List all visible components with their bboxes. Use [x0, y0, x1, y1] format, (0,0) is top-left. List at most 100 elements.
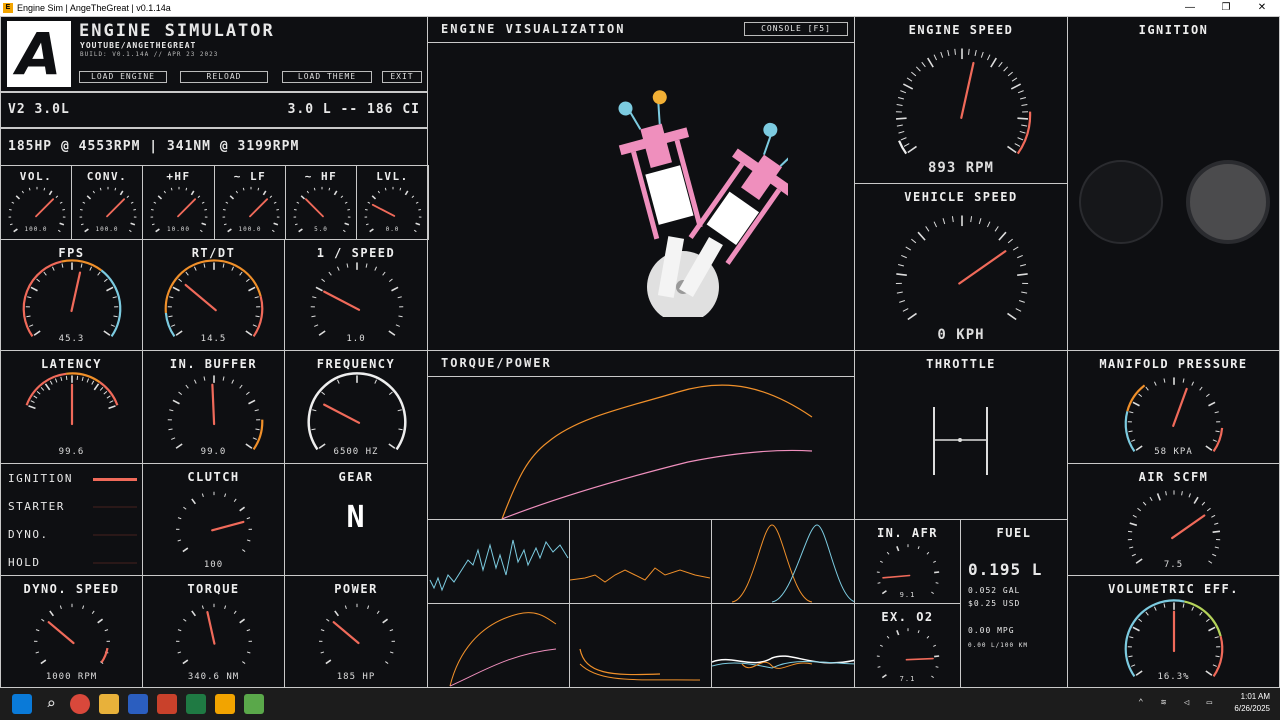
gauge-tick — [907, 145, 917, 154]
gauge-tick — [933, 54, 938, 61]
gauge-tick — [1132, 401, 1140, 407]
gauge-tick — [113, 315, 118, 318]
gauge-tick — [106, 286, 114, 292]
vehicle-speed-label: VEHICLE SPEED — [904, 190, 1018, 204]
maximize-button[interactable]: ❐ — [1208, 0, 1244, 16]
gauge-tick — [925, 226, 930, 232]
gauge-tick — [197, 195, 201, 198]
gauge-tick — [191, 498, 197, 505]
torque-label: TORQUE — [187, 582, 240, 596]
gauge-tick — [915, 66, 921, 72]
gauge-tick — [1132, 514, 1137, 518]
gauge-tick — [273, 201, 277, 204]
rtdt-value: 14.5 — [200, 334, 227, 344]
gauge-tick — [246, 517, 251, 520]
speed-gauge — [310, 262, 404, 336]
starter-switch-indicator[interactable] — [93, 506, 137, 508]
dyno-switch-indicator[interactable] — [93, 534, 137, 536]
gauge-tick — [1021, 291, 1028, 294]
gauge-tick — [1153, 606, 1157, 611]
exit-button[interactable]: EXIT — [382, 71, 422, 83]
gauge-tick — [346, 263, 349, 268]
gauge-tick — [974, 49, 977, 56]
gauge-tick — [40, 386, 45, 391]
start-button[interactable] — [12, 694, 32, 714]
gauge-tick — [311, 428, 316, 431]
taskbar: ⌕ ⌃ ≋ ◁ ▭ 1:01 AM 6/26/2025 — [0, 688, 1280, 720]
gauge-tick — [376, 610, 380, 614]
gauge-tick — [92, 190, 95, 194]
gauge-tick — [1015, 308, 1022, 312]
frequency-panel: FREQUENCY 6500 HZ — [284, 350, 428, 464]
mix-gauge-panel: +HF 10.00 — [142, 165, 215, 240]
gauge-tick — [106, 395, 111, 399]
gauge-tick — [1205, 618, 1210, 623]
gauge-tick — [193, 266, 197, 271]
frequency-gauge — [307, 372, 407, 451]
hold-switch-indicator[interactable] — [93, 562, 137, 564]
load-theme-button[interactable]: LOAD THEME — [282, 71, 372, 83]
close-button[interactable]: ✕ — [1244, 0, 1280, 16]
gauge-tick — [315, 286, 323, 292]
gauge-tick — [8, 208, 12, 211]
engine-displacement: 3.0 L -- 186 CI — [287, 102, 420, 117]
engine-sim-taskbar-icon[interactable] — [215, 694, 235, 714]
gauge-tick — [300, 195, 305, 200]
file-explorer-icon[interactable] — [99, 694, 119, 714]
gauge-tick — [1129, 636, 1134, 639]
gauge-tick — [895, 117, 907, 120]
ignition-switch-indicator[interactable] — [93, 478, 137, 481]
gauge-tick — [900, 90, 907, 94]
notepad-icon[interactable] — [244, 694, 264, 714]
gauge-tick — [239, 384, 243, 389]
gauge-tick — [1017, 90, 1024, 94]
manifold-panel: MANIFOLD PRESSURE 58 KPA — [1067, 350, 1280, 464]
torque-value: 340.6 NM — [187, 672, 240, 682]
gauge-tick — [193, 379, 197, 384]
latency-value: 99.6 — [58, 447, 85, 457]
gauge-tick — [171, 324, 176, 327]
excel-icon[interactable] — [186, 694, 206, 714]
gauge-tick — [201, 493, 204, 497]
gauge-tick — [1129, 522, 1138, 527]
reload-button[interactable]: RELOAD — [180, 71, 268, 83]
dyno-switch-label: DYNO. — [8, 528, 49, 541]
console-button[interactable]: CONSOLE [F5] — [744, 22, 848, 36]
gauge-tick — [1214, 636, 1219, 639]
power-value: 185 HP — [336, 672, 376, 682]
speed-value: 1.0 — [346, 334, 366, 344]
gauge-tick — [1145, 386, 1149, 391]
word-icon[interactable] — [128, 694, 148, 714]
engine-animation — [618, 90, 788, 317]
gauge-tick — [201, 201, 205, 204]
gauge-tick — [48, 190, 52, 196]
power-label: POWER — [334, 582, 378, 596]
gauge-tick — [1129, 411, 1134, 414]
gauge-arc — [898, 140, 908, 155]
gauge-tick — [104, 629, 109, 632]
gauge-tick — [312, 296, 317, 299]
gauge-tick — [1021, 104, 1028, 106]
gauge-tick — [55, 195, 58, 198]
chrome-icon[interactable] — [70, 694, 90, 714]
visualization-title: ENGINE VISUALIZATION — [441, 22, 626, 36]
gauge-tick — [334, 610, 340, 617]
gauge-tick — [898, 97, 905, 100]
gauge-tick — [911, 71, 917, 77]
rtdt-gauge — [164, 259, 264, 338]
powerpoint-icon[interactable] — [157, 694, 177, 714]
gauge-tick — [312, 409, 317, 412]
air-panel: AIR SCFM 7.5 — [1067, 463, 1280, 576]
gauge-tick — [172, 286, 180, 292]
engine-sim-app: A ENGINE SIMULATOR YOUTUBE/ANGETHEGREAT … — [0, 16, 1280, 688]
search-icon[interactable]: ⌕ — [41, 694, 61, 714]
tray-icons[interactable]: ⌃ ≋ ◁ ▭ — [1138, 698, 1218, 708]
load-engine-button[interactable]: LOAD ENGINE — [79, 71, 167, 83]
fps-label: FPS — [58, 246, 85, 260]
gauge-tick — [185, 271, 189, 276]
minimize-button[interactable]: — — [1172, 0, 1208, 16]
gauge-tick — [382, 271, 386, 276]
gauge-tick — [1128, 430, 1133, 433]
system-clock[interactable]: 1:01 AM 6/26/2025 — [1234, 691, 1270, 715]
gauge-tick — [344, 201, 348, 204]
